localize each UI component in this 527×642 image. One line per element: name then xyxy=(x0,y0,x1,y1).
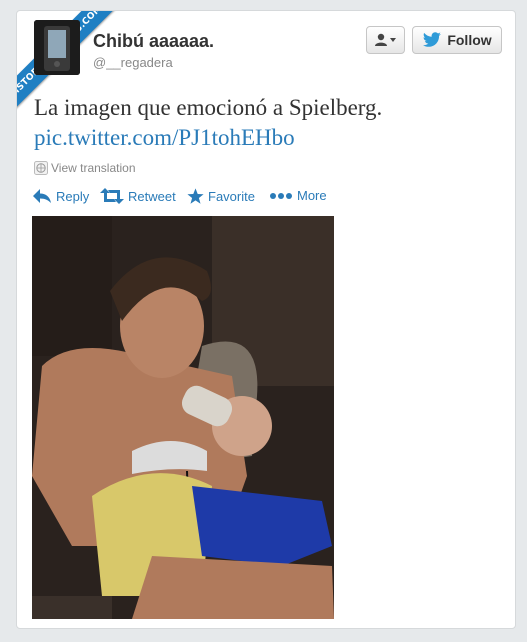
globe-icon xyxy=(34,161,48,175)
reply-icon xyxy=(33,189,51,203)
user-dropdown-button[interactable] xyxy=(366,26,405,54)
author-handle[interactable]: @__regadera xyxy=(93,55,173,70)
follow-button[interactable]: Follow xyxy=(412,26,502,54)
bird-icon xyxy=(423,32,442,47)
retweet-action[interactable]: Retweet xyxy=(100,188,176,204)
more-action[interactable]: More xyxy=(269,188,327,203)
reply-action[interactable]: Reply xyxy=(32,188,89,204)
retweet-icon xyxy=(100,188,124,204)
avatar[interactable] xyxy=(34,20,80,75)
more-label: More xyxy=(297,188,327,203)
favorite-action[interactable]: Favorite xyxy=(187,188,255,205)
tweet-photo[interactable] xyxy=(32,216,334,619)
view-translation-label: View translation xyxy=(51,161,136,175)
reply-label: Reply xyxy=(56,188,90,204)
tweet-link[interactable]: pic.twitter.com/PJ1tohEHbo xyxy=(34,124,295,152)
favorite-label: Favorite xyxy=(208,189,255,204)
star-icon xyxy=(187,188,204,204)
view-translation[interactable]: View translation xyxy=(34,161,136,175)
author-name[interactable]: Chibú aaaaaa. xyxy=(93,31,214,52)
more-icon xyxy=(270,192,292,199)
user-dropdown-icon xyxy=(374,33,396,46)
follow-label: Follow xyxy=(447,32,492,48)
tweet-text: La imagen que emocionó a Spielberg. xyxy=(34,95,383,120)
retweet-label: Retweet xyxy=(128,188,176,204)
